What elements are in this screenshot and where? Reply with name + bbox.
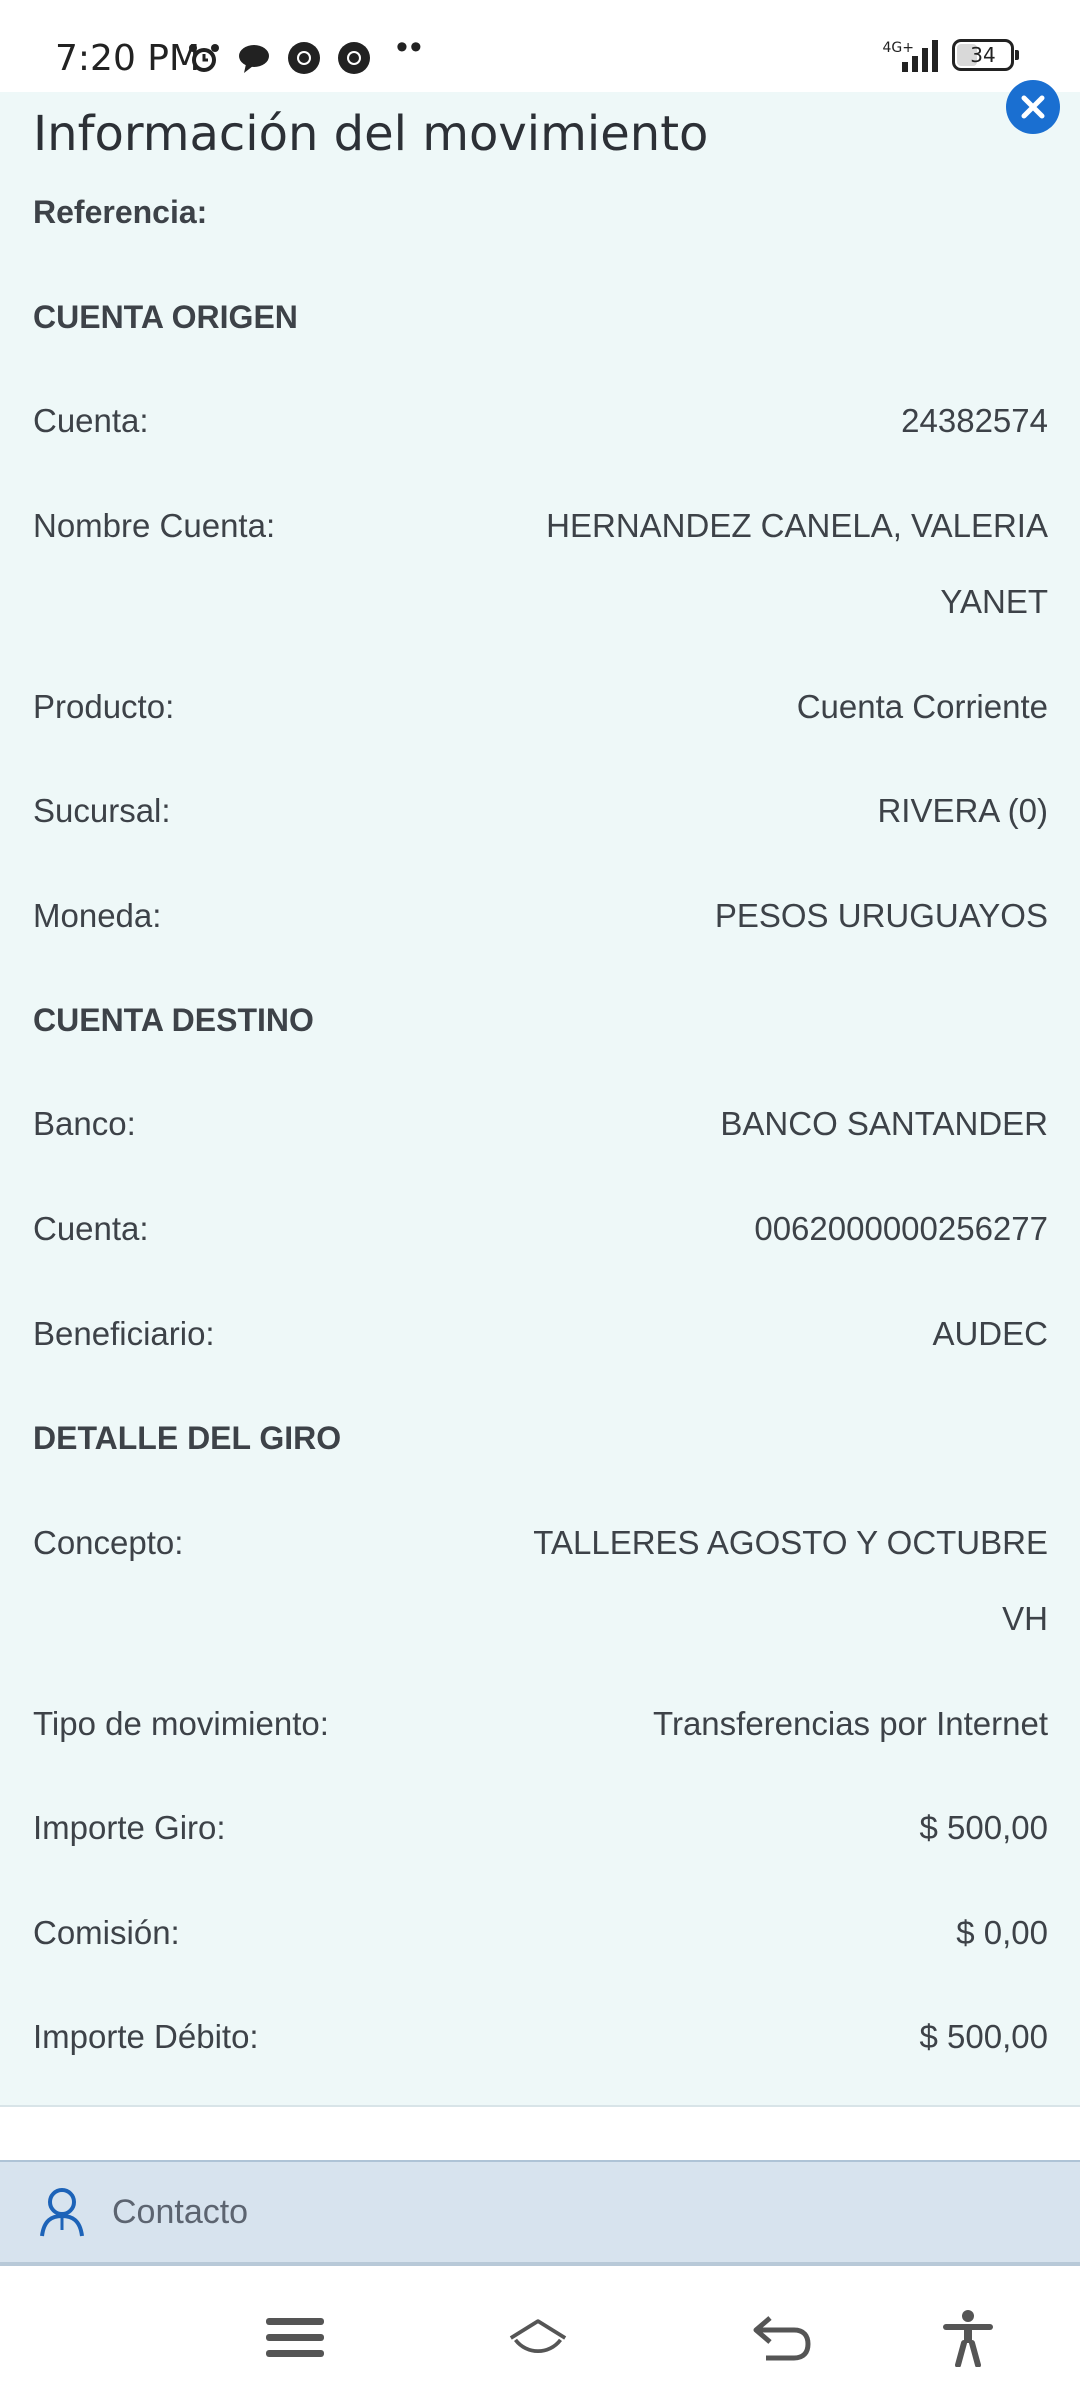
field-value: $ 0,00: [956, 1914, 1048, 1951]
field-value-line-1: HERNANDEZ CANELA, VALERIA: [546, 507, 1048, 544]
currency-row: Moneda: PESOS URUGUAYOS: [33, 878, 1048, 954]
destination-account-row: Cuenta: 0062000000256277: [33, 1191, 1048, 1267]
battery-icon: 34: [952, 39, 1019, 71]
field-value: BANCO SANTANDER: [720, 1105, 1048, 1142]
field-label: Importe Giro:: [33, 1809, 226, 1846]
field-label: Nombre Cuenta:: [33, 507, 276, 544]
field-label: Moneda:: [33, 897, 162, 934]
chrome-icon-2: [338, 42, 370, 74]
commission-row: Comisión: $ 0,00: [33, 1895, 1048, 1971]
menu-icon: [266, 2318, 324, 2357]
reference-label: Referencia:: [33, 194, 208, 230]
bank-row: Banco: BANCO SANTANDER: [33, 1086, 1048, 1162]
debit-amount-row: Importe Débito: $ 500,00: [33, 1999, 1048, 2075]
person-icon: [40, 2188, 84, 2237]
transfer-amount-row: Importe Giro: $ 500,00: [33, 1790, 1048, 1866]
field-label: Banco:: [33, 1105, 136, 1142]
origin-account-row: Cuenta: 24382574: [33, 383, 1048, 459]
section-destination-account: CUENTA DESTINO: [33, 1002, 314, 1038]
field-label: Tipo de movimiento:: [33, 1705, 329, 1742]
contact-bar[interactable]: Contacto: [0, 2160, 1080, 2266]
field-value-line-2: YANET: [940, 583, 1048, 620]
field-value: PESOS URUGUAYOS: [714, 897, 1048, 934]
chrome-icon: [288, 42, 320, 74]
field-value: Transferencias por Internet: [653, 1705, 1048, 1742]
field-value: RIVERA (0): [877, 792, 1048, 829]
branch-row: Sucursal: RIVERA (0): [33, 773, 1048, 849]
status-time: 7:20 PM: [55, 38, 201, 79]
field-label: Cuenta:: [33, 402, 149, 439]
field-value: 24382574: [901, 402, 1048, 439]
concept-row: Concepto: TALLERES AGOSTO Y OCTUBRE VH: [33, 1505, 1048, 1657]
field-value: HERNANDEZ CANELA, VALERIA YANET: [546, 488, 1048, 640]
home-icon: [509, 2319, 567, 2353]
field-value: $ 500,00: [919, 1809, 1048, 1846]
field-label: Importe Débito:: [33, 2018, 259, 2055]
close-icon: [1021, 95, 1045, 119]
section-origin-account: CUENTA ORIGEN: [33, 299, 298, 335]
back-icon: [753, 2316, 811, 2361]
product-row: Producto: Cuenta Corriente: [33, 669, 1048, 745]
page-title: Información del movimiento: [33, 106, 709, 162]
status-right-group: 34: [900, 38, 1019, 72]
notification-icons: [186, 40, 372, 76]
field-label: Sucursal:: [33, 792, 171, 829]
alarm-icon: [189, 44, 219, 72]
battery-level: 34: [970, 43, 996, 67]
field-value: AUDEC: [932, 1315, 1048, 1352]
contact-label: Contacto: [112, 2192, 249, 2231]
field-value-line-1: TALLERES AGOSTO Y OCTUBRE: [533, 1524, 1048, 1561]
menu-button[interactable]: [265, 2308, 325, 2368]
close-button[interactable]: [1006, 80, 1060, 134]
signal-icon: [902, 40, 938, 72]
back-button[interactable]: [752, 2308, 812, 2368]
accessibility-button[interactable]: [938, 2308, 998, 2368]
accessibility-icon: [943, 2310, 993, 2367]
chat-icon: [239, 45, 269, 73]
account-name-row: Nombre Cuenta: HERNANDEZ CANELA, VALERIA…: [33, 488, 1048, 640]
field-label: Beneficiario:: [33, 1315, 215, 1352]
more-notifications-indicator: ••: [396, 28, 424, 66]
field-label: Cuenta:: [33, 1210, 149, 1247]
section-transfer-detail: DETALLE DEL GIRO: [33, 1420, 342, 1456]
movement-type-row: Tipo de movimiento: Transferencias por I…: [33, 1686, 1048, 1762]
home-button[interactable]: [508, 2308, 568, 2368]
status-bar: 7:20 PM •• 4G+ 34: [0, 0, 1080, 92]
field-value-line-2: VH: [1002, 1600, 1048, 1637]
field-label: Concepto:: [33, 1524, 184, 1561]
bottom-navigation: [0, 2270, 1080, 2400]
field-label: Comisión:: [33, 1914, 180, 1951]
field-value: TALLERES AGOSTO Y OCTUBRE VH: [533, 1505, 1048, 1657]
field-label: Producto:: [33, 688, 175, 725]
beneficiary-row: Beneficiario: AUDEC: [33, 1296, 1048, 1372]
field-value: 0062000000256277: [754, 1210, 1048, 1247]
field-value: Cuenta Corriente: [796, 688, 1048, 725]
field-value: $ 500,00: [919, 2018, 1048, 2055]
